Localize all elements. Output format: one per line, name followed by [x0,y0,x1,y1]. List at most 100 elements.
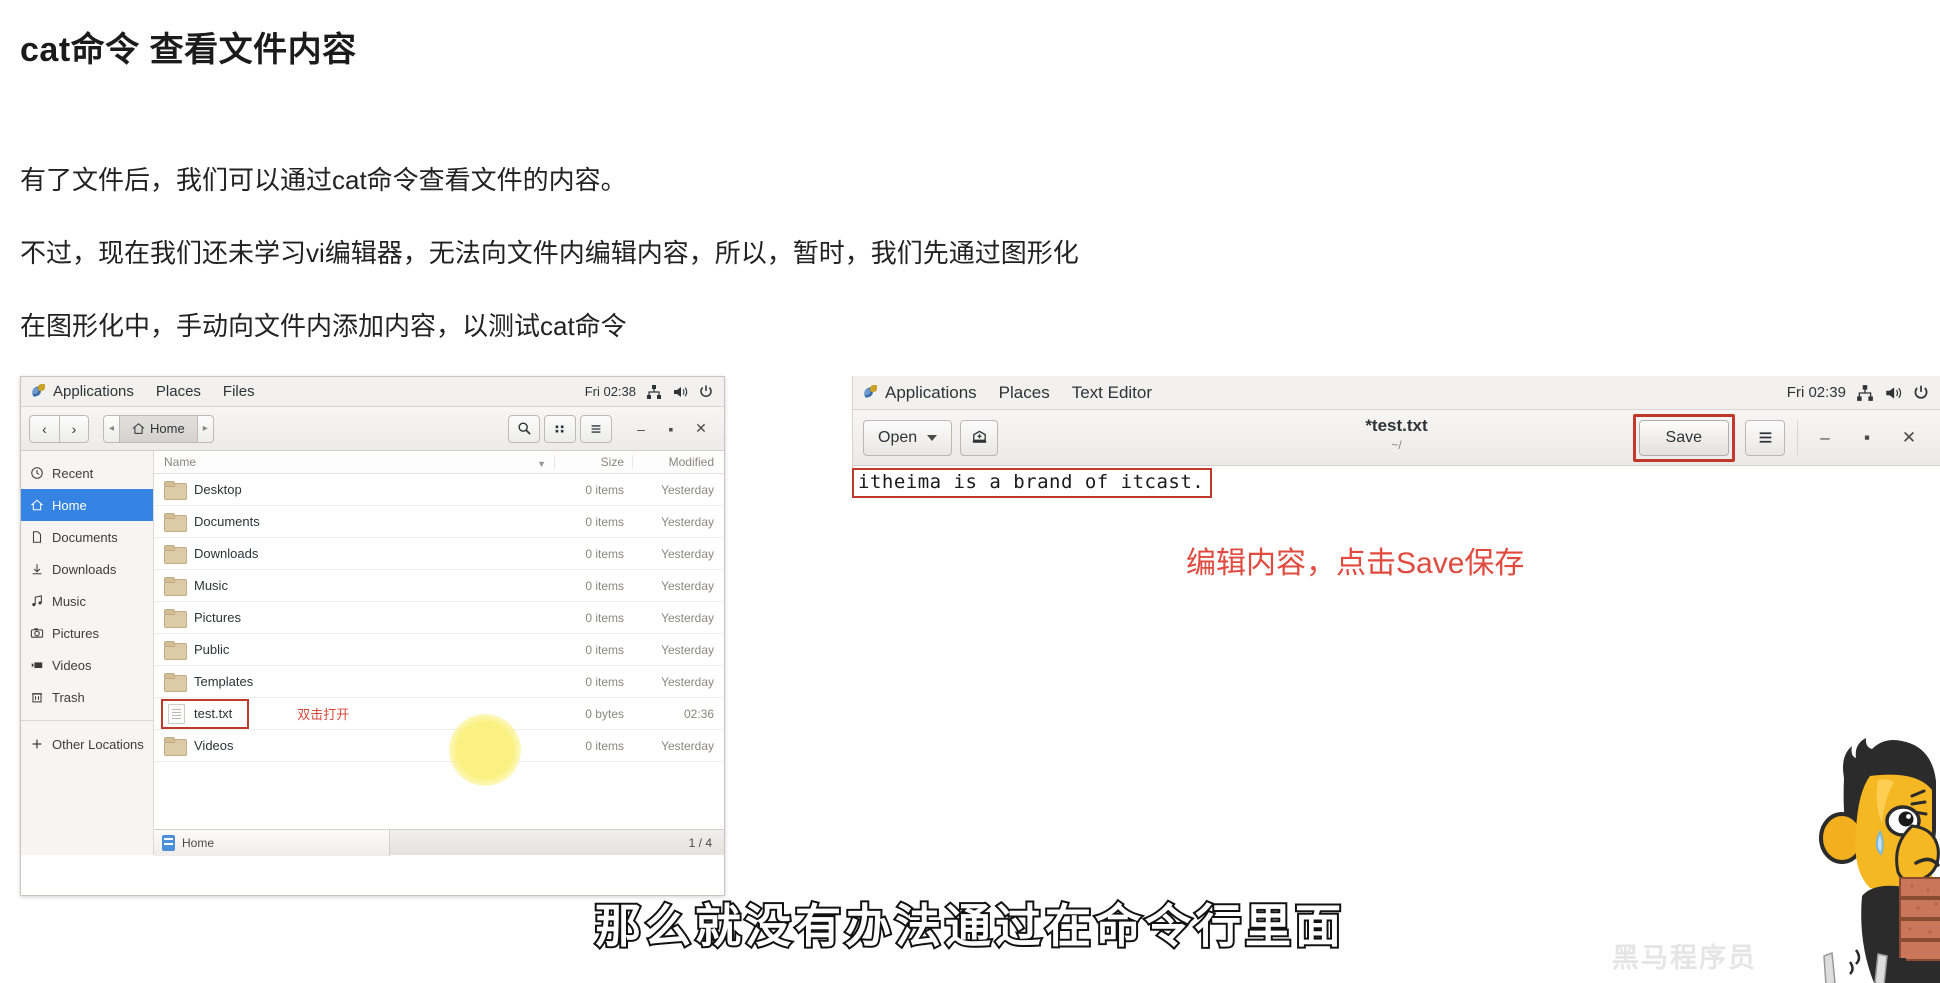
file-name: test.txt [194,706,233,721]
lesson-paragraph-2: 不过，现在我们还未学习vi编辑器，无法向文件内编辑内容，所以，暂时，我们先通过图… [20,238,1079,268]
column-header-size[interactable]: Size [554,455,632,469]
network-icon[interactable] [646,384,662,400]
topbar-applications-menu[interactable]: Applications [53,383,134,400]
sidebar-label: Trash [52,689,85,705]
annotation-edit-and-save: 编辑内容，点击Save保存 [1186,547,1525,580]
forward-button[interactable]: › [59,414,89,443]
save-button[interactable]: Save [1638,419,1729,456]
network-icon[interactable] [1856,384,1874,402]
breadcrumb-home-label: Home [150,421,185,436]
file-size: 0 items [585,514,624,529]
double-click-hint: 双击打开 [297,707,350,722]
sort-descending-icon[interactable]: ▼ [537,459,546,469]
back-button[interactable]: ‹ [29,414,59,443]
open-button-label: Open [878,428,918,446]
topbar-clock[interactable]: Fri 02:38 [585,384,636,399]
sidebar-item-documents[interactable]: Documents [21,521,153,553]
watermark-brand: 黑马程序员 [1612,943,1757,973]
file-name: Videos [194,738,234,753]
maximize-button[interactable]: ▪ [656,415,686,443]
hamburger-icon [591,424,601,433]
maximize-button[interactable]: ▪ [1846,420,1888,456]
gnome-footprint-icon [31,384,46,399]
test-txt-highlight-box: test.txt [160,698,250,729]
folder-icon [164,641,187,660]
breadcrumb-scroll-left[interactable]: ◂ [103,414,120,443]
power-icon[interactable] [698,384,714,400]
sidebar-item-downloads[interactable]: Downloads [21,553,153,585]
table-row[interactable]: Downloads 0 items Yesterday [154,538,724,570]
close-button[interactable]: ✕ [1888,420,1930,456]
sidebar-item-home[interactable]: Home [21,489,153,521]
table-row-test-txt[interactable]: test.txt 双击打开 0 bytes 02:36 [154,698,724,730]
sidebar-item-other-locations[interactable]: Other Locations [21,728,153,760]
file-size: 0 items [585,642,624,657]
sidebar-label: Other Locations [52,736,144,752]
table-row[interactable]: Documents 0 items Yesterday [154,506,724,538]
file-size: 0 items [585,482,624,497]
topbar-clock[interactable]: Fri 02:39 [1787,384,1846,401]
topbar-places-menu[interactable]: Places [156,383,201,400]
nav-buttons: ‹ › [29,414,89,443]
power-icon[interactable] [1912,384,1930,402]
breadcrumb: ◂ Home ▸ [103,414,214,443]
file-size: 0 bytes [585,706,624,721]
file-modified: 02:36 [683,706,714,721]
minimize-button[interactable]: – [626,415,656,443]
video-icon [29,658,44,673]
topbar-applications-menu[interactable]: Applications [885,383,977,403]
sidebar-label: Downloads [52,561,117,577]
open-button[interactable]: Open [863,419,953,456]
sidebar-item-recent[interactable]: Recent [21,457,153,489]
file-modified: Yesterday [661,546,714,561]
close-button[interactable]: ✕ [686,415,716,443]
music-icon [29,594,44,609]
sidebar-item-music[interactable]: Music [21,585,153,617]
table-row[interactable]: Templates 0 items Yesterday [154,666,724,698]
table-row[interactable]: Pictures 0 items Yesterday [154,602,724,634]
view-toggle-button[interactable] [544,414,576,443]
file-cabinet-icon [162,834,175,851]
save-button-highlight-box: Save [1632,413,1735,462]
document-icon [29,530,44,545]
new-document-button[interactable] [960,419,999,456]
slide-page: cat命令 查看文件内容 有了文件后，我们可以通过cat命令查看文件的内容。 不… [0,0,1940,983]
files-sidebar: Recent Home Documents Downloads Music Pi… [21,451,154,855]
topbar-app-name[interactable]: Files [223,383,255,400]
volume-icon[interactable] [672,384,688,400]
file-name: Desktop [194,482,242,497]
minimize-button[interactable]: – [1804,420,1846,456]
page-title: cat命令 查看文件内容 [20,31,357,69]
file-modified: Yesterday [661,642,714,657]
table-row[interactable]: Desktop 0 items Yesterday [154,474,724,506]
text-file-icon [168,703,185,724]
sidebar-item-pictures[interactable]: Pictures [21,617,153,649]
home-icon [132,423,145,434]
breadcrumb-scroll-right[interactable]: ▸ [196,414,214,443]
topbar-places-menu[interactable]: Places [999,383,1050,403]
search-button[interactable] [508,414,540,443]
file-name: Pictures [194,610,241,625]
column-header-modified[interactable]: Modified [632,455,724,469]
volume-icon[interactable] [1884,384,1902,402]
editor-document-line[interactable]: itheima is a brand of itcast. [852,468,1213,498]
table-row[interactable]: Music 0 items Yesterday [154,570,724,602]
sidebar-item-videos[interactable]: Videos [21,649,153,681]
editor-menu-button[interactable] [1745,419,1785,456]
sidebar-item-trash[interactable]: Trash [21,681,153,713]
table-row[interactable]: Videos 0 items Yesterday [154,730,724,762]
sidebar-divider [21,720,153,721]
editor-text-area[interactable]: itheima is a brand of itcast. [852,466,1940,526]
files-menu-button[interactable] [580,414,612,443]
column-header-name[interactable]: Name ▼ [154,455,554,469]
breadcrumb-item-home[interactable]: Home [119,414,197,443]
file-name: Downloads [194,546,259,561]
table-row[interactable]: Public 0 items Yesterday [154,634,724,666]
file-size: 0 items [585,546,624,561]
topbar-app-name[interactable]: Text Editor [1072,383,1152,403]
grid-view-icon [555,425,564,432]
sidebar-label: Documents [52,529,118,545]
statusbar-tab-home[interactable]: Home [154,829,390,856]
file-modified: Yesterday [661,578,714,593]
statusbar-page-indicator: 1 / 4 [688,835,712,850]
